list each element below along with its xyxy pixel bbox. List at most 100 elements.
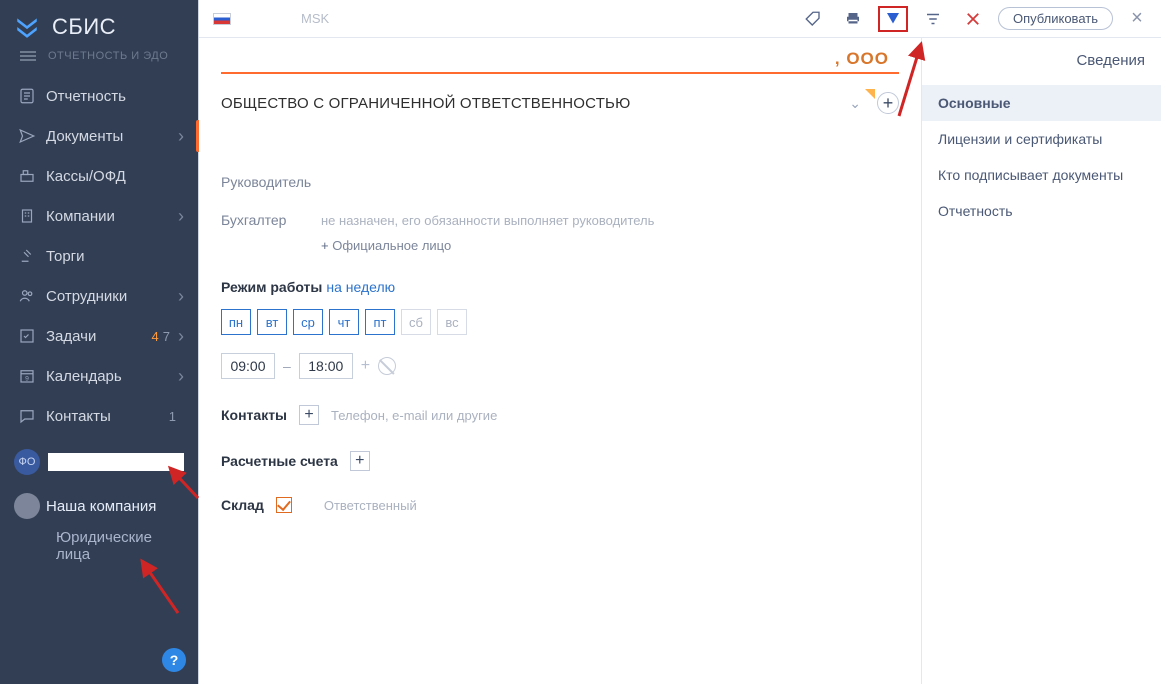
right-panel-item-signers[interactable]: Кто подписывает документы xyxy=(922,157,1161,193)
chat-icon xyxy=(14,407,40,425)
contacts-row: Контакты + Телефон, e-mail или другие xyxy=(221,405,899,425)
right-panel-item-main[interactable]: Основные xyxy=(922,85,1161,121)
workmode-week-link[interactable]: на неделю xyxy=(326,279,395,295)
work-hours: 09:00 – 18:00 + xyxy=(221,353,899,379)
tag-icon[interactable] xyxy=(798,6,828,32)
sidebar-item-reports[interactable]: Отчетность xyxy=(0,76,198,116)
brand-logo-icon xyxy=(14,14,40,40)
sidebar-item-label: Календарь xyxy=(40,368,178,385)
sidebar-item-cash[interactable]: Кассы/ОФД xyxy=(0,156,198,196)
company-title-suffix: , ООО xyxy=(835,49,889,69)
sidebar-item-label: Контакты xyxy=(40,408,169,425)
top-toolbar: MSK Опубликовать × xyxy=(199,0,1161,38)
time-from-input[interactable]: 09:00 xyxy=(221,353,275,379)
sidebar-item-legal-entities[interactable]: Юридические лица xyxy=(0,526,198,566)
time-dash: – xyxy=(283,358,291,374)
org-type-text: ОБЩЕСТВО С ОГРАНИЧЕННОЙ ОТВЕТСТВЕННОСТЬЮ xyxy=(221,95,839,112)
sidebar-item-label: Юридические лица xyxy=(50,529,184,563)
badge-new: 4 xyxy=(152,329,159,344)
main-area: MSK Опубликовать × , ООО ОБЩЕСТВО С ОГРА… xyxy=(198,0,1161,684)
stock-checkbox[interactable] xyxy=(276,497,292,513)
user-avatar: ФО xyxy=(14,449,40,475)
send-icon xyxy=(14,127,40,145)
day-mon[interactable]: пн xyxy=(221,309,251,335)
director-row: Руководитель xyxy=(221,174,899,190)
chevron-right-icon: › xyxy=(178,286,184,307)
day-tue[interactable]: вт xyxy=(257,309,287,335)
add-time-range-icon[interactable]: + xyxy=(361,357,370,375)
brand: СБИС xyxy=(0,0,198,42)
delete-icon[interactable] xyxy=(958,6,988,32)
sidebar: СБИС ОТЧЕТНОСТЬ И ЭДО Отчетность Докумен… xyxy=(0,0,198,684)
company-title-line[interactable]: , ООО xyxy=(221,46,899,74)
sidebar-item-calendar[interactable]: 9 Календарь › xyxy=(0,356,198,396)
sidebar-item-auctions[interactable]: Торги xyxy=(0,236,198,276)
publish-button[interactable]: Опубликовать xyxy=(998,7,1113,30)
workmode-row: Режим работы на неделю xyxy=(221,279,899,295)
sidebar-item-our-company[interactable]: Наша компания xyxy=(0,486,198,526)
sidebar-item-documents[interactable]: Документы › xyxy=(0,116,198,156)
sidebar-item-label: Торги xyxy=(40,248,184,265)
company-avatar-icon xyxy=(14,493,40,519)
add-org-button[interactable]: + xyxy=(877,92,899,114)
accounts-row: Расчетные счета + xyxy=(221,451,899,471)
help-button[interactable]: ? xyxy=(162,648,186,672)
sidebar-item-label: Задачи xyxy=(40,328,152,345)
badge-total: 1 xyxy=(169,409,176,424)
country-flag-icon[interactable] xyxy=(213,13,231,25)
brand-title: СБИС xyxy=(52,14,116,40)
menu-icon xyxy=(20,51,36,61)
chevron-right-icon: › xyxy=(178,206,184,227)
right-panel-title: Сведения xyxy=(922,46,1161,85)
sidebar-item-label: Документы xyxy=(40,128,178,145)
chevron-right-icon: › xyxy=(178,366,184,387)
sidebar-item-label: Сотрудники xyxy=(40,288,178,305)
add-official-button[interactable]: Официальное лицо xyxy=(321,238,899,253)
chevron-right-icon: › xyxy=(178,326,184,347)
section-subtitle: ОТЧЕТНОСТЬ И ЭДО xyxy=(48,50,168,62)
contacts-label: Контакты xyxy=(221,407,287,423)
day-wed[interactable]: ср xyxy=(293,309,323,335)
sidebar-item-label: Компании xyxy=(40,208,178,225)
right-panel: Сведения Основные Лицензии и сертификаты… xyxy=(921,38,1161,684)
stock-role: Ответственный xyxy=(324,498,417,513)
badge-total: 7 xyxy=(163,329,170,344)
sidebar-item-companies[interactable]: Компании › xyxy=(0,196,198,236)
day-fri[interactable]: пт xyxy=(365,309,395,335)
svg-text:9: 9 xyxy=(25,376,29,383)
add-account-button[interactable]: + xyxy=(350,451,370,471)
add-contact-button[interactable]: + xyxy=(299,405,319,425)
close-icon[interactable]: × xyxy=(1123,7,1151,30)
sidebar-item-label: Кассы/ОФД xyxy=(40,168,184,185)
day-sat[interactable]: сб xyxy=(401,309,431,335)
send-down-icon[interactable] xyxy=(878,6,908,32)
time-to-input[interactable]: 18:00 xyxy=(299,353,353,379)
user-row[interactable]: ФО xyxy=(0,442,198,482)
accountant-label: Бухгалтер xyxy=(221,212,321,228)
main-menu: Отчетность Документы › Кассы/ОФД Компани… xyxy=(0,76,198,436)
stock-row: Склад Ответственный xyxy=(221,497,899,513)
day-thu[interactable]: чт xyxy=(329,309,359,335)
right-panel-item-reports[interactable]: Отчетность xyxy=(922,193,1161,229)
contacts-hint: Телефон, e-mail или другие xyxy=(331,408,497,423)
accounts-label: Расчетные счета xyxy=(221,453,338,469)
building-icon xyxy=(14,207,40,225)
right-panel-item-licenses[interactable]: Лицензии и сертификаты xyxy=(922,121,1161,157)
calendar-icon: 9 xyxy=(14,367,40,385)
gavel-icon xyxy=(14,247,40,265)
user-name-field xyxy=(48,453,184,471)
no-break-icon[interactable] xyxy=(378,357,396,375)
day-sun[interactable]: вс xyxy=(437,309,467,335)
accountant-note: не назначен, его обязанности выполняет р… xyxy=(321,213,654,228)
sidebar-item-employees[interactable]: Сотрудники › xyxy=(0,276,198,316)
section-switcher[interactable]: ОТЧЕТНОСТЬ И ЭДО xyxy=(0,42,198,76)
print-icon[interactable] xyxy=(838,6,868,32)
chevron-right-icon: › xyxy=(178,126,184,147)
cash-register-icon xyxy=(14,167,40,185)
report-icon xyxy=(14,87,40,105)
sidebar-item-label: Наша компания xyxy=(40,498,184,515)
filter-lines-icon[interactable] xyxy=(918,6,948,32)
stock-label: Склад xyxy=(221,497,264,513)
sidebar-item-contacts[interactable]: Контакты 1 xyxy=(0,396,198,436)
sidebar-item-tasks[interactable]: Задачи 4 7 › xyxy=(0,316,198,356)
